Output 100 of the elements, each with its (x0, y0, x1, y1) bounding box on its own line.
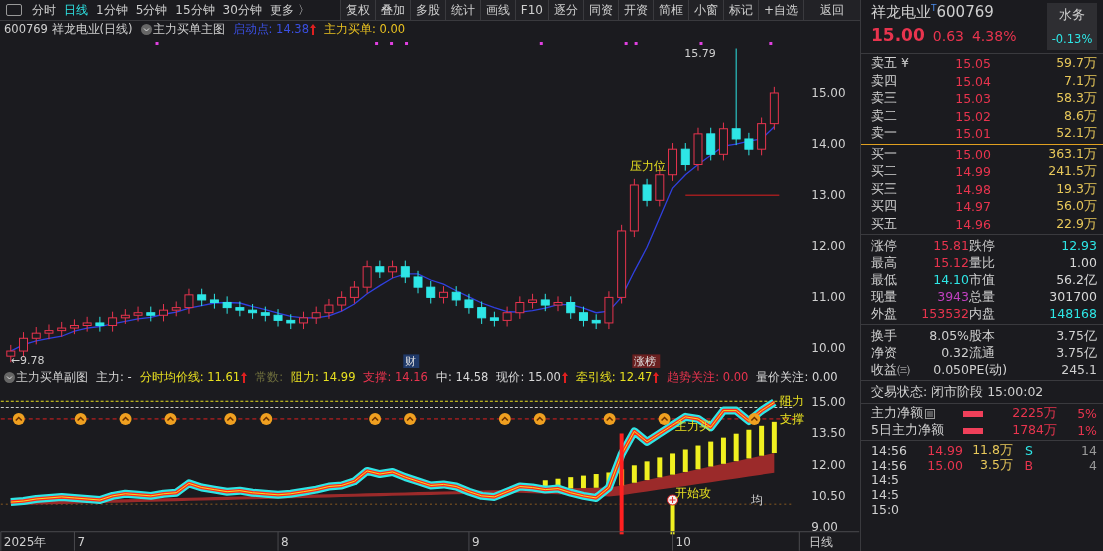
stat-value: 3.75亿 (1055, 327, 1097, 344)
axis-label: 8 (281, 535, 289, 549)
candle (553, 295, 563, 312)
candle (120, 308, 130, 325)
candle (69, 318, 79, 335)
event-tag[interactable]: 涨榜 (632, 354, 661, 369)
toolbar-button[interactable]: 简框 (653, 0, 689, 20)
candle (184, 288, 194, 315)
indicator-name: 主力买单副图 (16, 369, 88, 385)
candle (133, 306, 143, 322)
tick-time: 14:5 (871, 472, 901, 487)
toolbar-button[interactable]: 多股 (410, 0, 446, 20)
chevron-down-icon[interactable] (4, 371, 15, 383)
period-tab[interactable]: 分时 (28, 0, 60, 20)
toolbar-button[interactable]: 画线 (480, 0, 516, 20)
period-tab[interactable]: 更多 〉 (265, 0, 314, 20)
candle (502, 306, 512, 327)
period-tab[interactable]: 30分钟 (218, 0, 266, 20)
stat-label: 流通 (969, 344, 996, 361)
candle (540, 293, 550, 312)
indicator-value: 主力买单: 0.00 (324, 22, 406, 38)
flow-bar (963, 427, 983, 434)
list-icon[interactable] (925, 408, 935, 419)
event-tag[interactable]: 财 (403, 354, 420, 369)
period-tab[interactable]: 1分钟 (92, 0, 132, 20)
stat-value: 15.81 (932, 237, 969, 254)
stat-value: 15.12 (932, 254, 969, 271)
up-arrow-icon (241, 371, 248, 383)
stat-label: 内盘 (969, 305, 996, 322)
tick-time: 14:56 (871, 458, 909, 473)
candle (375, 260, 385, 279)
toolbar-button[interactable]: 开资 (618, 0, 654, 20)
candle (668, 142, 678, 182)
candle (528, 293, 538, 310)
candle (324, 298, 334, 320)
order-price: 14.98 (954, 181, 991, 197)
stat-value: 153532 (920, 305, 969, 322)
order-price: 15.01 (954, 126, 991, 142)
stat-label: 最低 (871, 271, 898, 288)
trend-bar (657, 457, 663, 478)
up-chevron-icon (498, 413, 511, 426)
up-chevron-icon (658, 413, 671, 426)
low-price-label: ←9.78 (10, 353, 45, 367)
candle (197, 288, 207, 307)
candle (95, 316, 105, 333)
toolbar-button[interactable]: 同资 (583, 0, 619, 20)
price-change: 0.63 (932, 28, 964, 44)
up-chevron-icon (12, 413, 25, 426)
chart-note: 支撑 (780, 412, 805, 427)
order-price: 15.00 (954, 146, 991, 162)
trend-bar (771, 422, 777, 454)
trend-bar (695, 445, 701, 470)
chevron-down-icon[interactable] (140, 24, 152, 36)
stat-value: 56.2亿 (1055, 271, 1097, 288)
stat-label: 市值 (969, 271, 996, 288)
candle (299, 311, 308, 330)
order-label: 卖五 ¥ (871, 55, 910, 73)
trading-status: 交易状态: 闭市阶段 15:00:02 (861, 380, 1103, 403)
toolbar-button[interactable]: 统计 (445, 0, 481, 20)
tick-volume: 3.5万 (979, 457, 1013, 474)
order-label: 买四 (871, 198, 898, 216)
toolbar-button[interactable]: 叠加 (375, 0, 411, 20)
axis-label: 15.00 (811, 395, 846, 410)
tick-price: 15.00 (926, 458, 963, 473)
up-chevron-icon (164, 413, 177, 426)
toolbar-button[interactable]: F10 (515, 0, 549, 20)
order-label: 买三 (871, 180, 898, 198)
axis-label: 14.00 (811, 137, 846, 152)
toolbar-button[interactable]: 逐分 (548, 0, 584, 20)
toolbar-button[interactable]: 复权 (340, 0, 376, 20)
sector-card[interactable]: 水务 -0.13% (1047, 3, 1097, 50)
indicator-value: 趋势关注: 0.00 (667, 369, 749, 385)
period-tab[interactable]: 日线 (60, 0, 92, 20)
stat-value: 8.05% (928, 327, 969, 344)
panel-toggle-icon[interactable] (6, 4, 22, 16)
order-volume: 59.7万 (1055, 55, 1097, 73)
candle (629, 178, 639, 238)
axis-label: 10.00 (811, 341, 846, 356)
indicator-value: 牵引线: 12.47 (575, 369, 653, 385)
up-chevron-icon (260, 413, 273, 426)
flow-amount: 2225万 (1011, 405, 1057, 422)
toolbar-button[interactable]: 小窗 (688, 0, 724, 20)
period-tab[interactable]: 15分钟 (171, 0, 219, 20)
axis-label: 15.00 (811, 85, 846, 100)
flow-bar (963, 410, 983, 417)
toolbar-button[interactable]: 标记 (723, 0, 759, 20)
indicator-value: 启动点: 14.38 (232, 22, 309, 38)
stat-value: 148168 (1048, 305, 1097, 322)
trend-bar (708, 441, 714, 467)
toolbar-button[interactable]: 返回 (804, 0, 860, 20)
period-tab[interactable]: 5分钟 (131, 0, 172, 20)
percent-change: 4.38% (971, 28, 1017, 44)
candle (680, 142, 690, 172)
toolbar-button[interactable]: +自选 (758, 0, 804, 20)
order-volume: 8.6万 (1063, 107, 1097, 125)
chart-note: 均 (750, 493, 763, 508)
order-volume: 56.0万 (1055, 198, 1097, 216)
stat-value: 1.00 (1068, 254, 1097, 271)
chart-note: 开始攻 (674, 486, 711, 501)
up-chevron-icon (533, 413, 546, 426)
